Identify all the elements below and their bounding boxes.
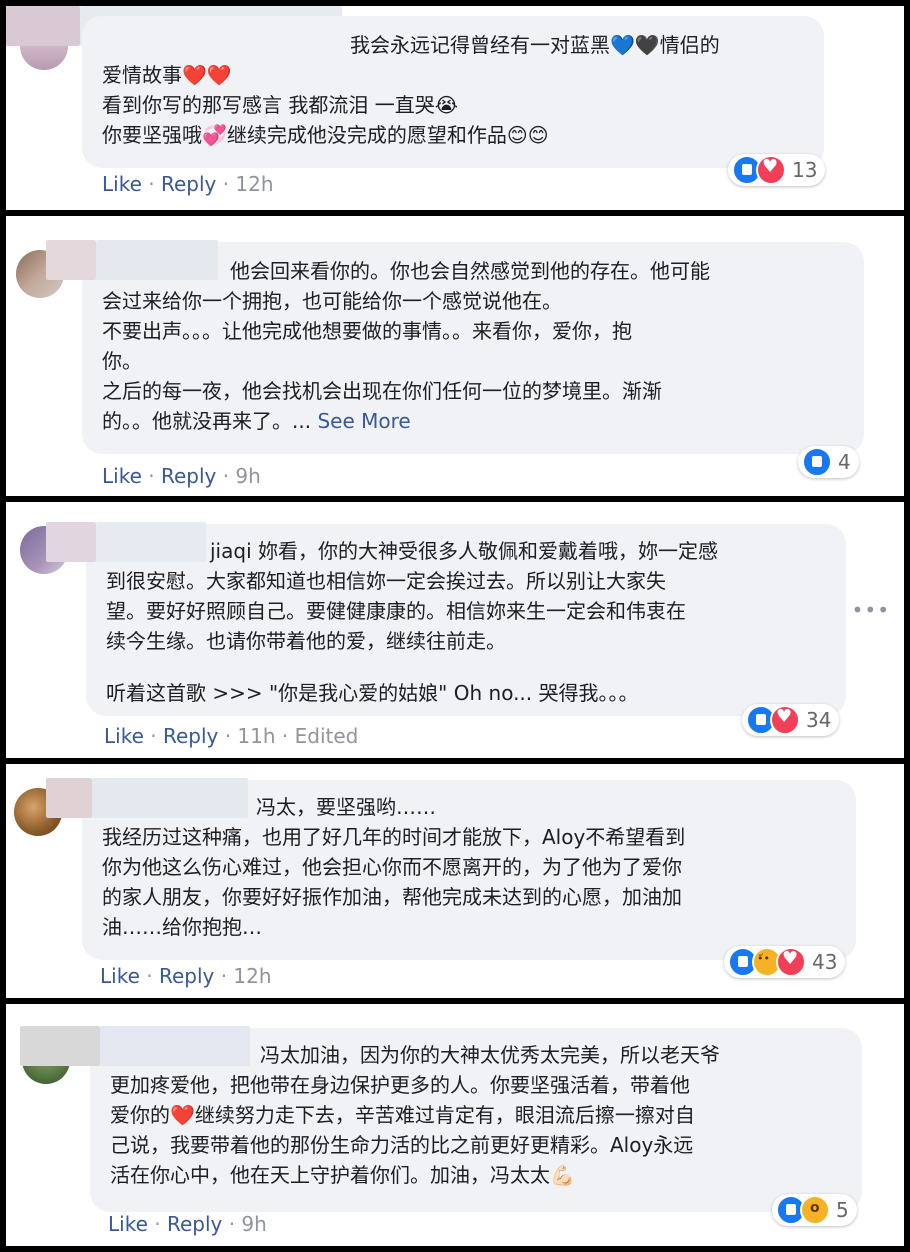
comment-panel-2: 他会回来看你的。你也会自然感觉到他的存在。他可能 会过来给你一个拥抱，也可能给你… [6, 216, 904, 496]
comment-actions: Like · Reply · 12h [100, 964, 272, 988]
timestamp[interactable]: 12h [235, 172, 273, 196]
blurred-name [46, 240, 96, 280]
comment-actions: Like · Reply · 9h [108, 1212, 267, 1236]
blurred-name [46, 778, 92, 818]
reply-link[interactable]: Reply [161, 172, 216, 196]
reaction-count: 13 [792, 158, 818, 182]
timestamp[interactable]: 11h [237, 724, 275, 748]
reply-link[interactable]: Reply [163, 724, 218, 748]
separator: · [222, 464, 230, 488]
comment-panel-1: 我会永远记得曾经有一对蓝黑💙🖤情侣的 爱情故事❤️❤️ 看到你写的那写感言 我都… [6, 6, 904, 210]
see-more-link[interactable]: See More [317, 409, 410, 433]
blurred-name [46, 522, 96, 562]
comment-line: 望。要好好照顾自己。要健健康康的。相信妳来生一定会和伟衷在 [106, 599, 686, 623]
comment-text: 冯太，要坚强哟…… 我经历过这种痛，也用了好几年的时间才能放下，Aloy不希望看… [102, 792, 685, 942]
comment-line: 爱你的❤️继续努力走下去，辛苦难过肯定有，眼泪流后擦一擦对自 [110, 1103, 695, 1127]
comment-line: 冯太加油，因为你的大神太优秀太完美，所以老天爷 [260, 1043, 720, 1067]
separator: · [224, 724, 232, 748]
edited-label: Edited [294, 724, 359, 748]
comment-actions: Like · Reply · 12h [102, 172, 274, 196]
comment-line: 的。。他就没再来了。... See More [102, 406, 710, 436]
reply-link[interactable]: Reply [167, 1212, 222, 1236]
separator: · [220, 964, 228, 988]
comment-line: 你要坚强哦💞继续完成他没完成的愿望和作品😊😊 [102, 123, 549, 147]
reactions-summary[interactable]: 43 [724, 946, 846, 978]
comment-line: 听着这首歌 >>> "你是我心爱的姑娘" Oh no... 哭得我。。。 [106, 681, 639, 705]
love-icon [776, 947, 806, 977]
reactions-summary[interactable]: 4 [798, 446, 859, 478]
comment-text: jiaqi 妳看，你的大神受很多人敬佩和爱戴着哦，妳一定感 到很安慰。大家都知道… [106, 536, 718, 708]
comment-line [106, 656, 718, 678]
comment-line: 之后的每一夜，他会找机会出现在你们任何一位的梦境里。渐渐 [102, 379, 662, 403]
comment-line: 爱情故事❤️❤️ [102, 63, 232, 87]
comment-line: 你为他这么伤心难过，他会担心你而不愿离开的，为了他为了爱你 [102, 855, 682, 879]
timestamp[interactable]: 9h [241, 1212, 266, 1236]
comment-line: 的家人朋友，你要好好振作加油，帮他完成未达到的心愿，加油加 [102, 885, 682, 909]
comment-line: 他会回来看你的。你也会自然感觉到他的存在。他可能 [230, 259, 710, 283]
timestamp[interactable]: 9h [235, 464, 260, 488]
comment-line: 不要出声。。。让他完成他想要做的事情。。来看你，爱你，抱 [102, 319, 632, 343]
comment-panel-5: 冯太加油，因为你的大神太优秀太完美，所以老天爷 更加疼爱他，把他带在身边保护更多… [6, 1004, 904, 1246]
like-link[interactable]: Like [100, 964, 140, 988]
comment-line: 冯太，要坚强哟…… [256, 795, 436, 819]
reaction-count: 34 [806, 708, 832, 732]
comment-actions: Like · Reply · 9h [102, 464, 261, 488]
wow-icon [800, 1195, 830, 1225]
like-icon [802, 447, 832, 477]
comment-line: 你。 [102, 349, 142, 373]
reply-link[interactable]: Reply [161, 464, 216, 488]
blurred-name [20, 1026, 100, 1066]
separator: · [228, 1212, 236, 1236]
reactions-summary[interactable]: 34 [742, 704, 840, 736]
comment-line: 油……给你抱抱… [102, 915, 262, 939]
comment-line: 更加疼爱他，把他带在身边保护更多的人。你要坚强活着，带着他 [110, 1073, 690, 1097]
comment-text: 冯太加油，因为你的大神太优秀太完美，所以老天爷 更加疼爱他，把他带在身边保护更多… [110, 1040, 720, 1190]
comment-line: 我经历过这种痛，也用了好几年的时间才能放下，Aloy不希望看到 [102, 825, 686, 849]
comment-text: 他会回来看你的。你也会自然感觉到他的存在。他可能 会过来给你一个拥抱，也可能给你… [102, 256, 710, 436]
like-link[interactable]: Like [104, 724, 144, 748]
reactions-summary[interactable]: 5 [772, 1194, 857, 1226]
like-link[interactable]: Like [102, 464, 142, 488]
separator: · [148, 464, 155, 488]
comment-line: 会过来给你一个拥抱，也可能给你一个感觉说他在。 [102, 289, 562, 313]
comment-line: 看到你写的那写感言 我都流泪 一直哭😭 [102, 93, 459, 117]
comment-line: 我会永远记得曾经有一对蓝黑💙🖤情侣的 [350, 33, 720, 57]
separator: · [146, 964, 153, 988]
reaction-count: 43 [812, 950, 838, 974]
separator: · [150, 724, 157, 748]
comment-line: 续今生缘。也请你带着他的爱，继续往前走。 [106, 629, 506, 653]
separator: · [148, 172, 155, 196]
comment-text: 我会永远记得曾经有一对蓝黑💙🖤情侣的 爱情故事❤️❤️ 看到你写的那写感言 我都… [102, 30, 720, 150]
comment-actions: Like · Reply · 11h · Edited [104, 724, 358, 748]
blurred-name [6, 6, 80, 46]
love-icon [770, 705, 800, 735]
like-link[interactable]: Like [102, 172, 142, 196]
separator: · [281, 724, 289, 748]
more-dots-icon[interactable]: ••• [852, 598, 890, 622]
comment-line: jiaqi 妳看，你的大神受很多人敬佩和爱戴着哦，妳一定感 [210, 539, 718, 563]
like-link[interactable]: Like [108, 1212, 148, 1236]
comment-panel-3: jiaqi 妳看，你的大神受很多人敬佩和爱戴着哦，妳一定感 到很安慰。大家都知道… [6, 502, 904, 758]
timestamp[interactable]: 12h [233, 964, 271, 988]
comment-panel-4: 冯太，要坚强哟…… 我经历过这种痛，也用了好几年的时间才能放下，Aloy不希望看… [6, 764, 904, 998]
reply-link[interactable]: Reply [159, 964, 214, 988]
separator: · [222, 172, 230, 196]
comment-line: 活在你心中，他在天上守护着你们。加油，冯太太💪🏻 [110, 1163, 575, 1187]
comment-line: 到很安慰。大家都知道也相信妳一定会挨过去。所以别让大家失 [106, 569, 666, 593]
reaction-count: 5 [836, 1198, 849, 1222]
separator: · [154, 1212, 161, 1236]
reactions-summary[interactable]: 13 [728, 154, 826, 186]
comment-line: 的。。他就没再来了。... [102, 409, 312, 433]
love-icon [756, 155, 786, 185]
comment-line: 己说，我要带着他的那份生命力活的比之前更好更精彩。Aloy永远 [110, 1133, 694, 1157]
reaction-count: 4 [838, 450, 851, 474]
